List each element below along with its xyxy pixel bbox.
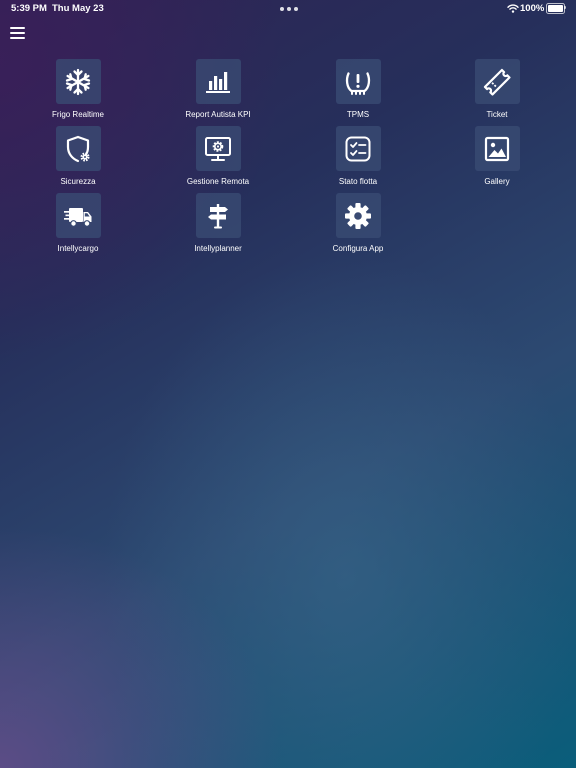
status-bar: 5:39 PM Thu May 23 100% [0,0,576,18]
truck-icon [64,207,92,227]
app-tile-ticket[interactable]: Ticket [442,59,552,119]
app-tile-frigo-realtime[interactable]: Frigo Realtime [23,59,133,119]
monitor-gear-icon [205,136,231,161]
app-label: Frigo Realtime [51,110,104,119]
app-tile-intellyplanner[interactable]: Intellyplanner [163,193,273,253]
status-date: Thu May 23 [52,3,104,14]
tire-pressure-icon [345,71,371,95]
snowflake-icon [65,68,91,95]
multitasking-dots-icon[interactable] [280,7,298,11]
app-label: Report Autista KPI [185,110,251,119]
app-label: Stato flotta [338,177,378,186]
app-label: Gestione Remota [186,177,250,186]
status-time: 5:39 PM [11,3,47,14]
app-label: TPMS [346,110,370,119]
app-label: Intellyplanner [194,244,242,253]
signpost-icon [208,203,228,228]
app-tile-stato-flotta[interactable]: Stato flotta [303,126,413,186]
checklist-icon [345,136,371,161]
app-label: Ticket [486,110,508,119]
gear-icon [345,202,371,229]
app-tile-configura-app[interactable]: Configura App [303,193,413,253]
app-label: Intellycargo [57,244,99,253]
shield-gear-icon [66,135,90,162]
app-tile-sicurezza[interactable]: Sicurezza [23,126,133,186]
app-label: Configura App [332,244,384,253]
app-tile-gestione-remota[interactable]: Gestione Remota [163,126,273,186]
app-tile-gallery[interactable]: Gallery [442,126,552,186]
bar-chart-icon [206,71,230,93]
ticket-icon [483,68,511,96]
battery-percent: 100% [520,3,545,14]
image-icon [484,136,510,161]
battery-icon [546,3,566,14]
app-tile-intellycargo[interactable]: Intellycargo [23,193,133,253]
app-tile-report-autista-kpi[interactable]: Report Autista KPI [163,59,273,119]
app-tile-tpms[interactable]: TPMS [303,59,413,119]
hamburger-menu-icon[interactable] [8,25,28,41]
app-label: Gallery [484,177,510,186]
app-label: Sicurezza [60,177,96,186]
wifi-icon [507,4,519,13]
